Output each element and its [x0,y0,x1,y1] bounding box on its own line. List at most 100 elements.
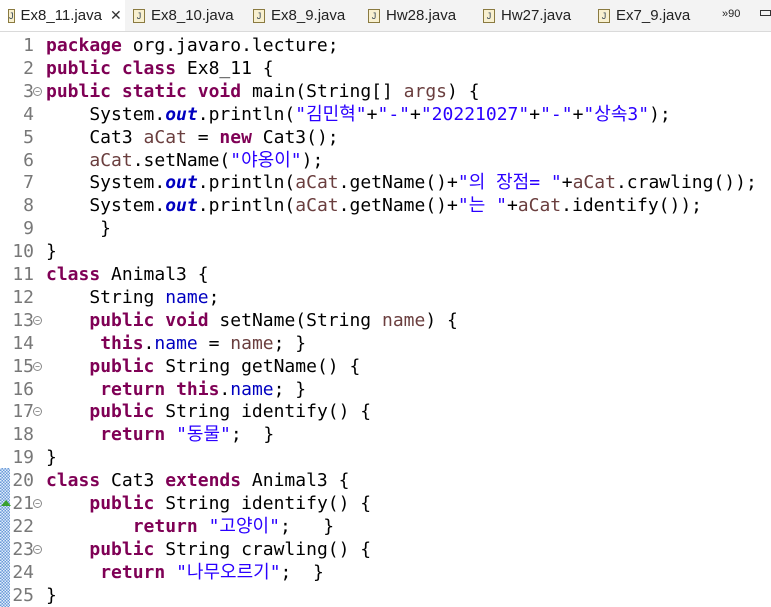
code-token: ) { [447,80,480,102]
tab-ex8_9-java[interactable]: J Ex8_9.java [245,0,360,31]
code-line[interactable]: 5 Cat3 aCat = new Cat3(); [0,126,771,149]
tab-label: Ex8_9.java [271,7,346,24]
code-text: String name; [46,286,219,309]
line-number: 12 [12,286,34,308]
code-text: } [46,240,57,263]
code-line[interactable]: 3− public static void main(String[] args)… [0,80,771,103]
tab-ex8_11-java[interactable]: J Ex8_11.java ✕ [0,0,125,31]
code-text: aCat.setName("야옹이"); [46,149,323,172]
code-token: + [529,103,541,125]
code-token: System. [46,172,166,194]
code-token: org.javaro.lecture; [121,35,339,56]
fold-collapse-icon[interactable]: − [33,315,42,325]
fold-collapse-icon[interactable]: − [33,361,42,371]
code-token: Animal3 { [241,470,350,492]
tab-label: Ex8_10.java [151,7,234,24]
code-line[interactable]: 1 package org.javaro.lecture; [0,34,771,57]
code-line[interactable]: 16 return this.name; } [0,378,771,401]
code-line[interactable]: 23− public String crawling() { [0,538,771,561]
code-token: package [46,35,122,56]
code-token: main(String[] [241,80,404,102]
code-token: aCat [572,172,616,194]
line-number: 5 [23,126,34,148]
code-token: "는 " [457,195,507,217]
tab-ex7_9-java[interactable]: J Ex7_9.java [590,0,705,31]
code-line[interactable]: 11 class Animal3 { [0,263,771,286]
line-number: 11 [12,264,34,285]
more-tabs-button[interactable]: »90 [722,8,740,20]
line-number: 3 [23,80,34,102]
code-token: class [46,264,101,285]
code-token: .getName()+ [338,195,458,217]
code-token: out [165,172,198,194]
code-line[interactable]: 14 this.name = name; } [0,332,771,355]
code-editor[interactable]: 1 package org.javaro.lecture; 2 public clas… [0,32,771,607]
code-line[interactable]: 20 class Cat3 extends Animal3 { [0,469,771,492]
code-line[interactable]: 4 System.out.println("김민혁"+"-"+"20221027… [0,103,771,126]
code-token: } [46,584,57,606]
code-text: Cat3 aCat = new Cat3(); [46,126,338,149]
line-number: 15 [12,355,34,377]
code-line[interactable]: 21− public String identify() { [0,492,771,515]
code-line[interactable]: 19} [0,446,771,469]
line-number: 13 [12,309,34,331]
fold-collapse-icon[interactable]: − [33,86,42,96]
code-token: .identify()); [561,195,703,217]
code-token: public [46,57,112,79]
code-line[interactable]: 12 String name; [0,286,771,309]
code-text: public String crawling() { [46,538,371,561]
code-text: return "고양이"; } [46,515,334,538]
line-number: 10 [12,241,34,263]
code-token: "20221027" [420,103,530,125]
tab-hw27-java[interactable]: J Hw27.java [475,0,590,31]
line-number: 16 [12,378,34,400]
code-token: "-" [377,103,410,125]
code-token: return [100,378,166,400]
line-number: 7 [23,172,34,194]
code-text: public String identify() { [46,492,371,515]
code-line[interactable]: 17− public String identify() { [0,400,771,423]
code-line[interactable]: 25} [0,584,771,607]
code-line[interactable]: 7 System.out.println(aCat.getName()+"의 장… [0,171,771,194]
close-icon[interactable]: ✕ [110,7,122,24]
code-text: } [46,584,57,607]
line-number: 19 [12,447,34,469]
code-line[interactable]: 13− public void setName(String name) { [0,309,771,332]
java-file-icon: J [253,8,265,23]
tab-ex8_10-java[interactable]: J Ex8_10.java [125,0,245,31]
code-line[interactable]: 15− public String getName() { [0,355,771,378]
fold-collapse-icon[interactable]: − [33,499,42,508]
code-line[interactable]: 8 System.out.println(aCat.getName()+"는 "… [0,194,771,217]
code-token: "김민혁" [295,103,367,125]
code-token: "나무오르기" [176,561,281,583]
code-token: ; } [279,515,335,537]
code-token: "고양이" [208,515,280,537]
fold-collapse-icon[interactable]: − [33,544,42,554]
code-token: setName(String [208,309,382,331]
code-token: = [197,332,231,354]
code-line[interactable]: 18 return "동물"; } [0,423,771,446]
code-token: public [89,355,155,377]
editor-tab-bar: J Ex8_11.java ✕ J Ex8_10.java J Ex8_9.java J Hw2… [0,0,771,32]
line-number: 20 [12,470,34,492]
code-line[interactable]: 22 return "고양이"; } [0,515,771,538]
code-line[interactable]: 9 } [0,217,771,240]
code-token: ; } [230,424,275,446]
tab-hw28-java[interactable]: J Hw28.java [360,0,475,31]
code-line[interactable]: 10} [0,240,771,263]
code-line[interactable]: 24 return "나무오르기"; } [0,561,771,584]
code-text: } [46,217,111,240]
code-line[interactable]: 6 aCat.setName("야옹이"); [0,149,771,172]
minimize-button[interactable] [760,10,771,16]
code-text: System.out.println(aCat.getName()+"의 장점=… [46,171,756,194]
code-text: public String identify() { [46,400,371,423]
code-line[interactable]: 2 public class Ex8_11 { [0,57,771,80]
fold-collapse-icon[interactable]: − [33,407,42,417]
code-token: + [366,103,378,125]
code-token: } [46,218,112,240]
code-token: .getName()+ [338,172,458,194]
